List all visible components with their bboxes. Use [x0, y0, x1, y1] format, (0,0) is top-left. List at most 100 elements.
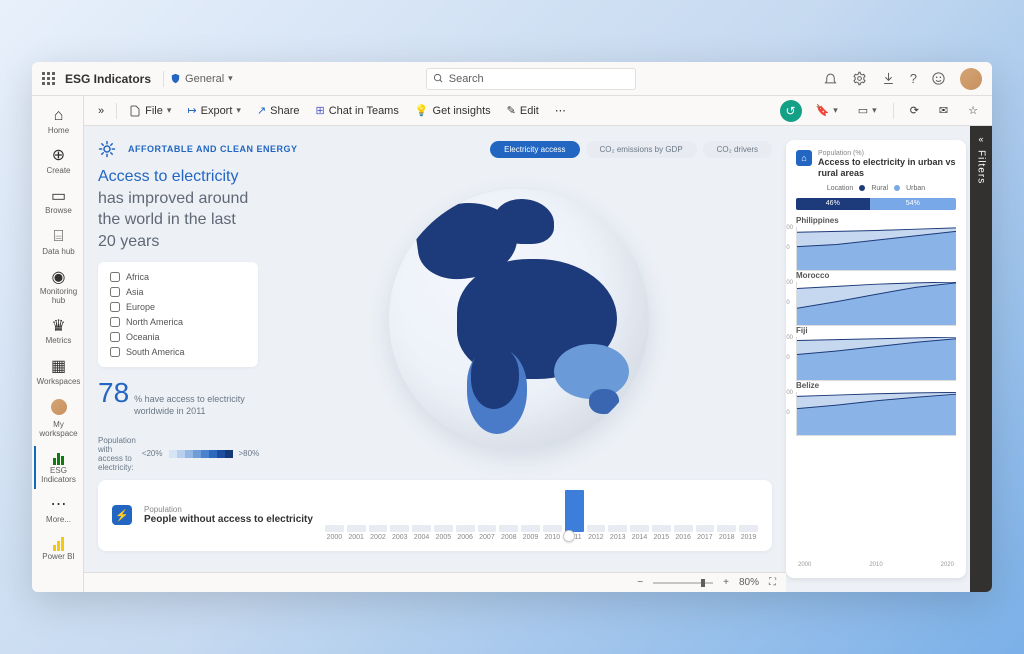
side-legend: Location Rural Urban: [796, 185, 956, 192]
timeline-bar[interactable]: [565, 490, 584, 532]
trophy-icon: ♛: [51, 318, 65, 336]
timeline-bar[interactable]: [587, 525, 606, 532]
headline-text: Access to electricity has improved aroun…: [98, 166, 258, 252]
file-icon: [129, 105, 141, 117]
nav-myworkspace[interactable]: My workspace: [34, 394, 82, 444]
report-tab[interactable]: Electricity access: [490, 141, 579, 158]
chevron-down-icon: ▾: [228, 73, 233, 84]
timeline-bar[interactable]: [434, 525, 453, 532]
folder-icon: ▭: [51, 188, 66, 206]
timeline-bar[interactable]: [608, 525, 627, 532]
filters-pane-toggle[interactable]: « Filters: [970, 126, 992, 592]
timeline-bar[interactable]: [499, 525, 518, 532]
bookmark-menu[interactable]: 🔖▾: [810, 101, 844, 120]
nav-browse[interactable]: ▭Browse: [34, 183, 82, 221]
mini-chart[interactable]: Belize 100500: [796, 381, 956, 436]
timeline-bars[interactable]: [325, 490, 758, 532]
stat-number: 78: [98, 377, 129, 409]
timeline-bar[interactable]: [478, 525, 497, 532]
stacked-bar[interactable]: 46% 54%: [796, 198, 956, 210]
edit-button[interactable]: ✎Edit: [501, 101, 545, 120]
more-icon: ⋯: [51, 496, 67, 514]
home-icon[interactable]: ⌂: [796, 150, 812, 166]
notifications-icon[interactable]: [823, 71, 838, 86]
feedback-icon[interactable]: [931, 71, 946, 86]
timeline-bar[interactable]: [456, 525, 475, 532]
favorite-button[interactable]: ☆: [962, 101, 984, 120]
zoom-slider[interactable]: [653, 582, 713, 584]
expand-pane-icon[interactable]: »: [92, 102, 110, 120]
refresh-button[interactable]: ⟳: [904, 101, 925, 120]
mini-chart[interactable]: Philippines 100500: [796, 216, 956, 271]
workspace-selector[interactable]: General ▾: [163, 71, 239, 87]
search-icon: [433, 73, 444, 84]
nav-powerbi[interactable]: Power BI: [34, 532, 82, 567]
nav-workspaces[interactable]: ▦Workspaces: [34, 353, 82, 391]
timeline-bar[interactable]: [630, 525, 649, 532]
nav-datahub[interactable]: ⌸Data hub: [34, 223, 82, 261]
zoom-in-button[interactable]: +: [723, 577, 729, 588]
timeline-bar[interactable]: [347, 525, 366, 532]
continent-checkbox[interactable]: South America: [110, 347, 246, 357]
timeline-bar[interactable]: [412, 525, 431, 532]
bookmark-icon: 🔖: [816, 104, 830, 117]
shield-icon: [170, 73, 181, 84]
nav-metrics[interactable]: ♛Metrics: [34, 313, 82, 351]
bar-chart-icon: [53, 451, 64, 465]
zoom-out-button[interactable]: −: [637, 577, 643, 588]
file-menu[interactable]: File▾: [123, 102, 177, 120]
mini-chart[interactable]: Fiji 100500: [796, 326, 956, 381]
more-options-icon[interactable]: ⋯: [549, 101, 572, 120]
plus-circle-icon: ⊕: [52, 147, 65, 165]
powerbi-icon: [53, 537, 64, 551]
timeline-bar[interactable]: [696, 525, 715, 532]
share-icon: ↗: [257, 104, 266, 117]
teams-icon: ⊞: [316, 104, 325, 117]
timeline-bar[interactable]: [543, 525, 562, 532]
help-icon[interactable]: ?: [910, 71, 917, 86]
nav-home[interactable]: ⌂Home: [34, 102, 82, 140]
bolt-icon: ⚡: [112, 505, 132, 525]
timeline-bar[interactable]: [369, 525, 388, 532]
nav-monitoring[interactable]: ◉Monitoring hub: [34, 264, 82, 311]
download-icon[interactable]: [881, 71, 896, 86]
avatar-icon: [51, 399, 67, 420]
chat-teams-button[interactable]: ⊞Chat in Teams: [310, 101, 405, 120]
timeline-bar[interactable]: [652, 525, 671, 532]
timeline-slider-handle[interactable]: [563, 530, 575, 542]
timeline-card: ⚡ Population People without access to el…: [98, 480, 772, 551]
export-menu[interactable]: ↦Export▾: [181, 101, 247, 120]
app-title: ESG Indicators: [65, 72, 151, 86]
continent-checkbox[interactable]: Europe: [110, 302, 246, 312]
timeline-bar[interactable]: [390, 525, 409, 532]
report-tab[interactable]: CO₂ drivers: [703, 141, 772, 158]
world-map-visual[interactable]: [389, 189, 649, 449]
layout-icon: ▭: [858, 104, 868, 117]
timeline-bar[interactable]: [739, 525, 758, 532]
search-input[interactable]: Search: [426, 68, 636, 90]
nav-create[interactable]: ⊕Create: [34, 142, 82, 180]
report-tab[interactable]: CO₂ emissions by GDP: [586, 141, 697, 158]
continent-checkbox[interactable]: North America: [110, 317, 246, 327]
database-icon: ⌸: [54, 228, 64, 246]
continent-checkbox[interactable]: Oceania: [110, 332, 246, 342]
continent-checkbox[interactable]: Africa: [110, 272, 246, 282]
timeline-bar[interactable]: [717, 525, 736, 532]
nav-esg-indicators[interactable]: ESG Indicators: [34, 446, 82, 490]
insights-button[interactable]: 💡Get insights: [409, 101, 497, 120]
settings-icon[interactable]: [852, 71, 867, 86]
mini-chart[interactable]: Morocco 100500: [796, 271, 956, 326]
view-menu[interactable]: ▭▾: [852, 101, 883, 120]
continent-filter[interactable]: Africa Asia Europe North America Oceania Sout…: [98, 262, 258, 367]
timeline-bar[interactable]: [521, 525, 540, 532]
comment-button[interactable]: ✉: [933, 101, 954, 120]
reset-button[interactable]: ↺: [780, 100, 802, 122]
user-avatar[interactable]: [960, 68, 982, 90]
continent-checkbox[interactable]: Asia: [110, 287, 246, 297]
app-launcher-icon[interactable]: [42, 72, 55, 85]
fit-page-button[interactable]: ⛶: [769, 577, 776, 588]
timeline-bar[interactable]: [325, 525, 344, 532]
share-button[interactable]: ↗Share: [251, 101, 306, 120]
timeline-bar[interactable]: [674, 525, 693, 532]
nav-more[interactable]: ⋯More...: [34, 491, 82, 529]
